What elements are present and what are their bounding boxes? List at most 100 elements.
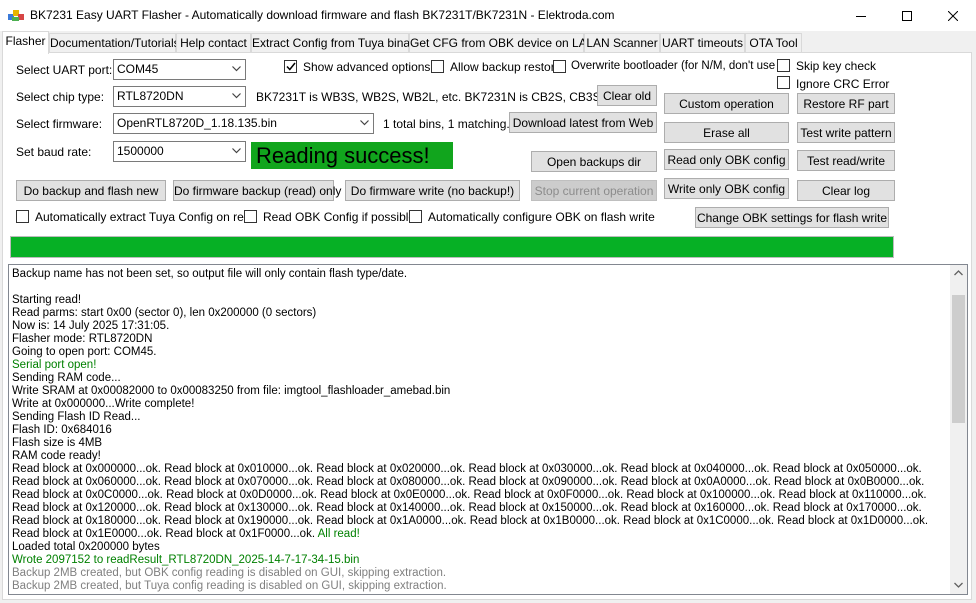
scroll-up-icon[interactable] <box>954 270 963 276</box>
tab-strip: Flasher Documentation/Tutorials Help con… <box>0 31 976 54</box>
tab-get-cfg[interactable]: Get CFG from OBK device on LAN <box>409 33 595 53</box>
allow-backup-restore-label: Allow backup restore <box>450 60 562 74</box>
log-line: Sending Flash ID Read... <box>12 411 141 423</box>
tab-uart-timeouts[interactable]: UART timeouts <box>660 33 745 53</box>
maximize-icon <box>902 10 912 21</box>
backup-and-flash-button[interactable]: Do backup and flash new <box>16 180 166 201</box>
tab-lan-scanner[interactable]: LAN Scanner <box>584 33 660 53</box>
custom-operation-button[interactable]: Custom operation <box>664 93 789 114</box>
read-blocks-text: Read block at 0x000000...ok. Read block … <box>12 463 929 540</box>
log-line: RAM code ready! <box>12 450 101 462</box>
window-title: BK7231 Easy UART Flasher - Automatically… <box>30 8 615 22</box>
test-write-pattern-button[interactable]: Test write pattern <box>797 122 895 143</box>
firmware-backup-button[interactable]: Do firmware backup (read) only <box>173 180 341 201</box>
log-line: Write SRAM at 0x00082000 to 0x00083250 f… <box>12 385 451 397</box>
log-line: Flash ID: 0x684016 <box>12 424 112 436</box>
erase-all-button[interactable]: Erase all <box>664 122 789 143</box>
skip-key-check-label: Skip key check <box>796 59 877 73</box>
all-read-text: All read! <box>315 528 360 540</box>
restore-rf-button[interactable]: Restore RF part <box>797 93 895 114</box>
stop-operation-button[interactable]: Stop current operation <box>531 180 657 201</box>
uart-port-select[interactable]: COM45 <box>113 59 246 80</box>
auto-extract-checkbox[interactable] <box>16 210 29 223</box>
show-advanced-checkbox[interactable] <box>284 60 297 73</box>
progress-fill <box>11 237 893 257</box>
change-obk-settings-button[interactable]: Change OBK settings for flash write <box>695 207 889 228</box>
overwrite-bootloader-checkbox[interactable] <box>553 60 566 73</box>
close-icon <box>948 10 958 21</box>
auto-configure-label: Automatically configure OBK on flash wri… <box>428 210 655 224</box>
uart-port-label: Select UART port: <box>16 63 113 77</box>
maximize-button[interactable] <box>884 0 930 31</box>
title-bar: BK7231 Easy UART Flasher - Automatically… <box>0 0 976 31</box>
firmware-select[interactable]: OpenRTL8720D_1.18.135.bin <box>113 113 374 134</box>
auto-extract-label: Automatically extract Tuya Config on rea… <box>35 210 258 224</box>
read-obk-label: Read OBK Config if possible <box>263 210 416 224</box>
scroll-down-icon[interactable] <box>954 582 963 588</box>
log-scrollbar-thumb[interactable] <box>952 295 965 423</box>
firmware-write-button[interactable]: Do firmware write (no backup!) <box>345 180 520 201</box>
chip-type-label: Select chip type: <box>16 90 105 104</box>
log-line: Going to open port: COM45. <box>12 346 157 358</box>
log-line: Read parms: start 0x00 (sector 0), len 0… <box>12 307 317 319</box>
minimize-icon <box>856 15 866 17</box>
log-line: Backup 2MB created, but OBK config readi… <box>12 567 447 579</box>
overwrite-bootloader-label: Overwrite bootloader (for N/M, don't use… <box>571 60 788 72</box>
allow-backup-restore-checkbox[interactable] <box>431 60 444 73</box>
read-only-obk-button[interactable]: Read only OBK config <box>664 149 789 170</box>
skip-key-check-checkbox[interactable] <box>777 59 790 72</box>
chip-info-text: BK7231T is WB3S, WB2S, WB2L, etc. BK7231… <box>256 90 624 104</box>
log-textbox[interactable]: Backup name has not been set, so output … <box>8 264 968 595</box>
log-lines: Backup name has not been set, so output … <box>12 268 948 593</box>
baud-rate-value: 1500000 <box>117 144 164 158</box>
chip-type-value: RTL8720DN <box>117 89 184 103</box>
clear-log-button[interactable]: Clear log <box>797 180 895 201</box>
tab-flasher[interactable]: Flasher <box>2 31 49 54</box>
log-scrollbar[interactable] <box>950 265 967 594</box>
tab-extract-config[interactable]: Extract Config from Tuya binary <box>251 33 420 53</box>
tab-help-contact[interactable]: Help contact <box>176 33 251 53</box>
app-icon <box>8 8 24 22</box>
uart-port-value: COM45 <box>117 62 159 76</box>
log-line: Starting read! <box>12 294 82 306</box>
log-line: Backup name has not been set, so output … <box>12 268 408 280</box>
log-line: Now is: 14 July 2025 17:31:05. <box>12 320 170 332</box>
read-obk-checkbox[interactable] <box>244 210 257 223</box>
log-line: Flash size is 4MB <box>12 437 103 449</box>
baud-rate-label: Set baud rate: <box>16 145 92 159</box>
download-latest-button[interactable]: Download latest from Web <box>509 112 657 133</box>
progress-bar <box>10 236 894 258</box>
log-line-read-blocks: Read block at 0x000000...ok. Read block … <box>12 463 948 541</box>
baud-rate-select[interactable]: 1500000 <box>113 141 246 162</box>
open-backups-button[interactable]: Open backups dir <box>531 151 657 172</box>
chevron-down-icon <box>232 93 241 99</box>
chevron-down-icon <box>360 120 369 126</box>
close-button[interactable] <box>930 0 976 31</box>
log-line: Backup 2MB created, but Tuya config read… <box>12 580 447 592</box>
log-line: Serial port open! <box>12 359 97 371</box>
firmware-value: OpenRTL8720D_1.18.135.bin <box>117 116 277 130</box>
log-line: Loaded total 0x200000 bytes <box>12 541 160 553</box>
minimize-button[interactable] <box>838 0 884 31</box>
ignore-crc-checkbox[interactable] <box>777 76 790 89</box>
chevron-down-icon <box>232 66 241 72</box>
ignore-crc-label: Ignore CRC Error <box>796 77 890 91</box>
log-line: Flasher mode: RTL8720DN <box>12 333 153 345</box>
test-read-write-button[interactable]: Test read/write <box>797 150 895 171</box>
status-message: Reading success! <box>251 142 453 169</box>
show-advanced-label: Show advanced options <box>303 60 431 74</box>
clear-old-button[interactable]: Clear old <box>597 85 657 106</box>
tab-ota-tool[interactable]: OTA Tool <box>745 33 802 53</box>
firmware-label: Select firmware: <box>16 117 103 131</box>
log-line: Write at 0x000000...Write complete! <box>12 398 195 410</box>
checkmark-icon <box>285 62 296 71</box>
write-only-obk-button[interactable]: Write only OBK config <box>664 178 789 199</box>
tab-documentation[interactable]: Documentation/Tutorials <box>49 33 180 53</box>
log-line: Sending RAM code... <box>12 372 121 384</box>
firmware-count-text: 1 total bins, 1 matching. <box>383 117 510 131</box>
chevron-down-icon <box>232 148 241 154</box>
chip-type-select[interactable]: RTL8720DN <box>113 86 246 107</box>
log-line: Wrote 2097152 to readResult_RTL8720DN_20… <box>12 554 360 566</box>
auto-configure-checkbox[interactable] <box>409 210 422 223</box>
